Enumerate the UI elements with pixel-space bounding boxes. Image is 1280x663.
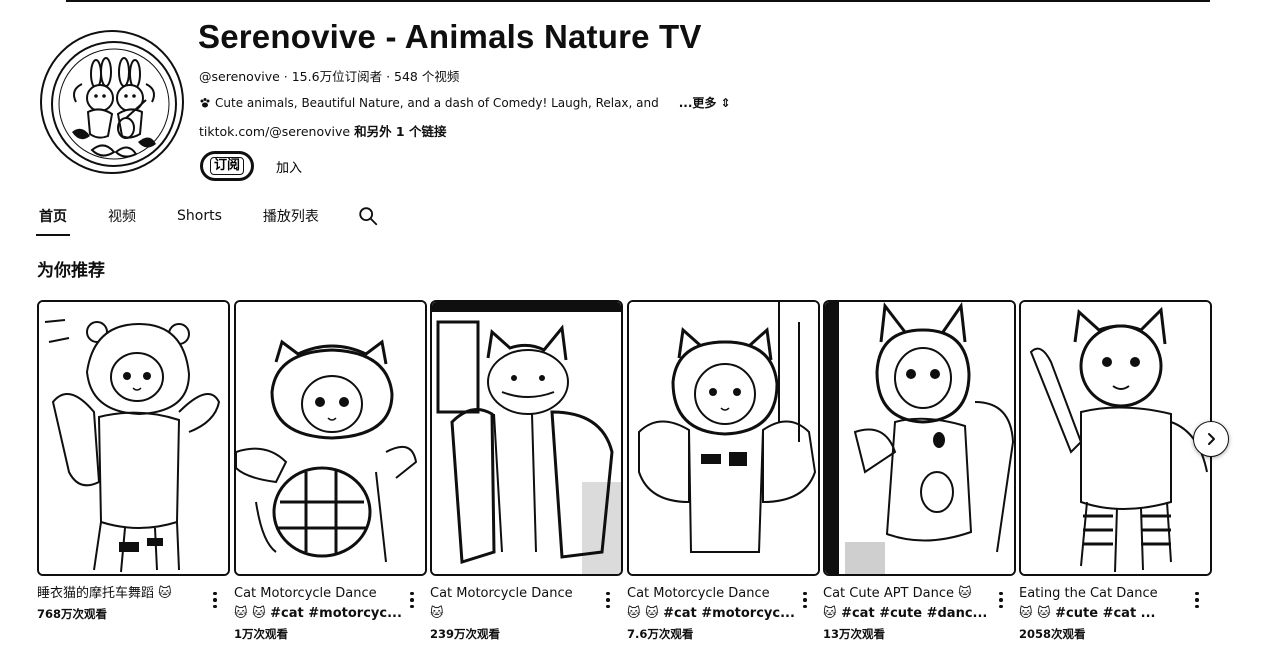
video-view-count: 2058次观看 (1019, 627, 1086, 641)
channel-link-extra[interactable]: 和另外 1 个链接 (354, 124, 446, 139)
meta-separator: · (386, 69, 395, 84)
video-view-count: 768万次观看 (37, 607, 108, 621)
paw-icon (200, 97, 210, 107)
more-vert-icon (213, 591, 217, 596)
video-title-line: 🐱 (430, 606, 444, 621)
video-title[interactable]: 睡衣猫的摩托车舞蹈 🐱 (37, 584, 207, 604)
video-title-line: 🐱 🐱 #cat #motorcyc... (627, 606, 795, 621)
cat-thumbnail-image (629, 302, 818, 574)
more-vert-icon (606, 591, 610, 596)
video-title-line: Cat Motorcycle Dance (234, 586, 377, 601)
shelf-next-button[interactable] (1193, 421, 1229, 457)
video-count: 548 个视频 (394, 69, 460, 84)
channel-links[interactable]: tiktok.com/@serenovive 和另外 1 个链接 (199, 121, 446, 140)
cat-thumbnail-image (432, 302, 621, 574)
channel-description-row[interactable]: Cute animals, Beautiful Nature, and a da… (199, 94, 731, 111)
cat-thumbnail-image (236, 302, 425, 574)
more-vert-icon (410, 591, 414, 596)
channel-handle: @serenovive (199, 69, 280, 84)
video-menu-button[interactable] (209, 590, 221, 610)
channel-title: Serenovive - Animals Nature TV (198, 18, 702, 55)
channel-description: Cute animals, Beautiful Nature, and a da… (215, 95, 659, 110)
video-card[interactable]: 睡衣猫的摩托车舞蹈 🐱 768万次观看 (37, 300, 230, 621)
video-shelf: 睡衣猫的摩托车舞蹈 🐱 768万次观看 Cat Motorcycle Dance (37, 300, 1213, 660)
video-card[interactable]: Cat Motorcycle Dance 🐱 🐱 #cat #motorcyc.… (234, 300, 427, 641)
tab-home[interactable]: 首页 (36, 196, 70, 236)
page-top-divider (66, 0, 1210, 2)
description-more-button[interactable]: ...更多 ⇕ (679, 94, 731, 111)
cat-thumbnail-image (1021, 302, 1210, 574)
channel-avatar[interactable] (40, 30, 184, 174)
more-label: ...更多 (678, 96, 717, 110)
video-title-line: 🐱 🐱 #cute #cat ... (1019, 606, 1156, 621)
join-button[interactable]: 加入 (268, 151, 311, 181)
video-title-line: Cat Motorcycle Dance (430, 586, 573, 601)
video-thumbnail[interactable] (627, 300, 820, 576)
video-title[interactable]: Eating the Cat Dance 🐱 🐱 #cute #cat ... (1019, 584, 1189, 624)
video-title[interactable]: Cat Motorcycle Dance 🐱 🐱 #cat #motorcyc.… (627, 584, 797, 624)
more-vert-icon (803, 591, 807, 596)
video-title[interactable]: Cat Motorcycle Dance 🐱 (430, 584, 600, 624)
tab-playlists[interactable]: 播放列表 (260, 196, 322, 236)
video-thumbnail[interactable] (1019, 300, 1212, 576)
cat-thumbnail-image (39, 302, 228, 574)
video-menu-button[interactable] (1191, 590, 1203, 610)
video-thumbnail[interactable] (823, 300, 1016, 576)
video-card[interactable]: Cat Motorcycle Dance 🐱 🐱 #cat #motorcyc.… (627, 300, 820, 641)
video-title-line: Eating the Cat Dance (1019, 586, 1158, 601)
video-thumbnail[interactable] (234, 300, 427, 576)
video-title-line: 🐱 #cat #cute #danc... (823, 606, 988, 621)
video-view-count: 239万次观看 (430, 627, 501, 641)
tab-shorts[interactable]: Shorts (174, 196, 225, 236)
channel-link[interactable]: tiktok.com/@serenovive (199, 124, 350, 139)
more-vert-icon (1195, 591, 1199, 596)
chevron-right-icon (1208, 433, 1215, 445)
video-card[interactable]: Cat Motorcycle Dance 🐱 239万次观看 (430, 300, 623, 641)
video-view-count: 1万次观看 (234, 627, 289, 641)
bunny-logo-icon (51, 41, 177, 167)
expand-icon: ⇕ (720, 96, 731, 110)
video-title-line: 🐱 🐱 #cat #motorcyc... (234, 606, 402, 621)
more-vert-icon (999, 591, 1003, 596)
video-thumbnail[interactable] (37, 300, 230, 576)
subscribe-button[interactable]: 订阅 (200, 151, 254, 181)
search-icon (359, 207, 378, 226)
video-title-line: 睡衣猫的摩托车舞蹈 🐱 (37, 586, 172, 601)
video-menu-button[interactable] (602, 590, 614, 610)
video-menu-button[interactable] (406, 590, 418, 610)
channel-search-button[interactable] (357, 196, 379, 236)
video-title-line: Cat Motorcycle Dance (627, 586, 770, 601)
video-title[interactable]: Cat Motorcycle Dance 🐱 🐱 #cat #motorcyc.… (234, 584, 404, 624)
meta-separator: · (283, 69, 292, 84)
video-card[interactable]: Cat Cute APT Dance 🐱 🐱 #cat #cute #danc.… (823, 300, 1016, 641)
video-thumbnail[interactable] (430, 300, 623, 576)
video-menu-button[interactable] (995, 590, 1007, 610)
channel-tabs: 首页 视频 Shorts 播放列表 (36, 196, 379, 236)
video-view-count: 7.6万次观看 (627, 627, 694, 641)
section-title: 为你推荐 (37, 261, 105, 281)
video-title-line: Cat Cute APT Dance 🐱 (823, 586, 972, 601)
channel-meta: @serenovive · 15.6万位订阅者 · 548 个视频 (199, 66, 459, 85)
cat-thumbnail-image (825, 302, 1014, 574)
video-card[interactable]: Eating the Cat Dance 🐱 🐱 #cute #cat ... … (1019, 300, 1212, 641)
video-view-count: 13万次观看 (823, 627, 886, 641)
video-menu-button[interactable] (799, 590, 811, 610)
tab-videos[interactable]: 视频 (105, 196, 139, 236)
subscribe-label: 订阅 (209, 157, 244, 175)
subscriber-count: 15.6万位订阅者 (291, 69, 383, 84)
video-title[interactable]: Cat Cute APT Dance 🐱 🐱 #cat #cute #danc.… (823, 584, 993, 624)
